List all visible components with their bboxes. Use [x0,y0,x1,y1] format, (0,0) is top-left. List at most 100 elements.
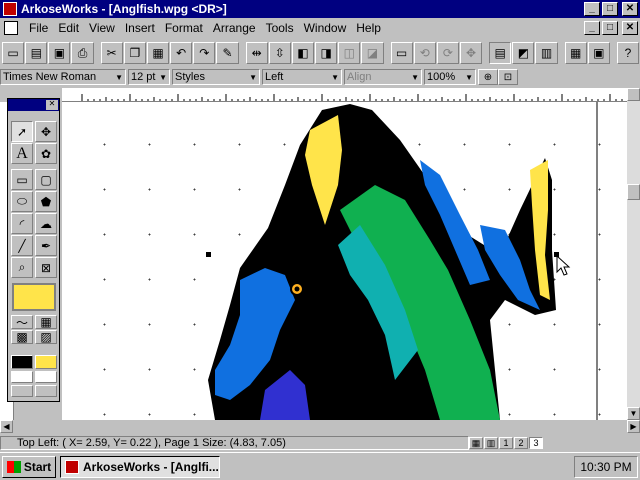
new-icon[interactable]: ▭ [2,42,25,64]
menu-arrange[interactable]: Arrange [208,21,261,35]
eyedropper-tool-icon[interactable]: ✒ [35,235,57,256]
transparency-icon[interactable] [35,385,57,397]
zoom-fit-icon[interactable]: ⊡ [498,69,518,85]
page-button-2[interactable]: 2 [514,437,528,449]
fill-color-small-swatch[interactable] [35,355,57,369]
ellipse-tool-icon[interactable]: ⬭ [11,191,33,212]
contour-icon[interactable]: ✥ [459,42,483,64]
close-button[interactable]: ✕ [622,2,638,16]
mouse-cursor-icon [556,254,571,276]
view-chart-icon[interactable]: ◩ [512,42,535,64]
undo-icon[interactable]: ↶ [170,42,193,64]
pan-tool-icon[interactable]: ✥ [35,121,57,142]
help-icon[interactable]: ? [616,42,640,64]
system-clock[interactable]: 10:30 PM [574,455,638,478]
minimize-button[interactable]: _ [584,2,600,16]
fill-color-swatch[interactable] [12,283,56,311]
page-button-1[interactable]: 1 [499,437,513,449]
zoom-in-icon[interactable]: ⊕ [478,69,498,85]
zoom-tool-icon[interactable]: ⌕ [11,257,33,278]
maximize-button[interactable]: □ [602,2,618,16]
text-tool-icon[interactable]: A [11,143,33,164]
redo-icon[interactable]: ↷ [193,42,216,64]
zoom-select[interactable]: 100% ▼ [424,69,476,85]
doc-close-button[interactable]: ✕ [622,21,638,35]
crop-tool-icon[interactable]: ⊠ [35,257,57,278]
line-width-icon[interactable] [11,371,33,383]
menu-insert[interactable]: Insert [120,21,160,35]
scroll-left-icon[interactable]: ◀ [0,420,13,433]
menu-tools[interactable]: Tools [261,21,299,35]
group-icon[interactable]: ◫ [338,42,361,64]
print-icon[interactable]: ⎙ [71,42,94,64]
save-icon[interactable]: ▣ [48,42,71,64]
windows-logo-icon [6,460,21,473]
snap-icon[interactable]: ▣ [587,42,610,64]
line-pattern-icon[interactable]: ▦ [35,315,57,329]
line-tool-icon[interactable]: ╱ [11,235,33,256]
cut-icon[interactable]: ✂ [100,42,123,64]
doc-minimize-button[interactable]: _ [584,21,600,35]
rectangle-tool-icon[interactable]: ▭ [11,169,33,190]
align-left-icon[interactable]: ▭ [390,42,413,64]
doc-restore-button[interactable]: □ [602,21,618,35]
horizontal-scrollbar[interactable]: ◀ ▶ [0,420,640,434]
selection-handle-left[interactable] [206,252,211,257]
font-size-select[interactable]: 12 pt ▼ [128,69,170,85]
chevron-down-icon: ▼ [115,72,123,82]
menu-edit[interactable]: Edit [53,21,84,35]
ungroup-icon[interactable]: ◪ [361,42,384,64]
bring-to-front-icon[interactable]: ◨ [315,42,338,64]
menu-window[interactable]: Window [299,21,352,35]
paste-icon[interactable]: ▦ [146,42,170,64]
line-color-swatch[interactable] [11,355,33,369]
flip-vertical-icon[interactable]: ⇳ [268,42,291,64]
draw-icon[interactable]: ✎ [216,42,239,64]
open-icon[interactable]: ▤ [25,42,48,64]
tool-palette-titlebar[interactable]: ✕ [8,99,59,111]
freehand-tool-icon[interactable]: ☁ [35,213,57,234]
taskbar-item-arkoseworks[interactable]: ArkoseWorks - [Anglfi... [60,455,220,478]
view-text-icon[interactable]: ▥ [535,42,558,64]
page-thumb-icon[interactable]: ▥ [484,437,498,449]
menu-help[interactable]: Help [351,21,386,35]
page-button-3[interactable]: 3 [529,437,543,449]
rounded-rect-tool-icon[interactable]: ▢ [35,169,57,190]
vertical-scrollbar[interactable]: ▲ ▼ [627,88,640,420]
menu-format[interactable]: Format [160,21,208,35]
styles-select[interactable]: Styles ▼ [172,69,260,85]
arc-tool-icon[interactable]: ◜ [11,213,33,234]
menu-file[interactable]: File [24,21,53,35]
font-select[interactable]: Times New Roman ▼ [0,69,126,85]
scroll-thumb[interactable] [627,184,640,200]
close-icon[interactable]: ✕ [46,100,58,110]
view-normal-icon[interactable]: ▤ [489,42,512,64]
copy-icon[interactable]: ❐ [123,42,146,64]
palette-tool-icon[interactable]: ✿ [35,143,57,164]
flip-horizontal-icon[interactable]: ⇹ [245,42,268,64]
hatch-pattern-icon[interactable]: ▨ [35,330,57,344]
skew-icon[interactable]: ⟳ [436,42,459,64]
menu-view[interactable]: View [84,21,120,35]
select-tool-icon[interactable]: ➚ [11,121,33,142]
drawing-canvas[interactable] [62,102,627,420]
horizontal-ruler[interactable] [62,88,627,102]
scroll-down-icon[interactable]: ▼ [627,407,640,420]
align-value: Align [347,71,372,83]
rotate-icon[interactable]: ⟲ [413,42,436,64]
line-style-icon[interactable]: 〜 [11,315,33,330]
fill-pattern-icon[interactable]: ▩ [11,330,33,344]
start-button[interactable]: Start [2,455,56,478]
polygon-tool-icon[interactable]: ⬟ [35,191,57,212]
page-view-icon[interactable]: ▦ [469,437,483,449]
send-to-back-icon[interactable]: ◧ [291,42,315,64]
arrow-style-icon[interactable] [35,371,57,383]
grid-icon[interactable]: ▦ [564,42,587,64]
align-select[interactable]: Align ▼ [344,69,422,85]
justify-select[interactable]: Left ▼ [262,69,342,85]
scroll-right-icon[interactable]: ▶ [627,420,640,433]
angelfish-drawing[interactable] [62,102,627,420]
shadow-icon[interactable] [11,385,33,397]
document-icon[interactable] [4,21,18,35]
app-icon[interactable] [3,2,17,16]
